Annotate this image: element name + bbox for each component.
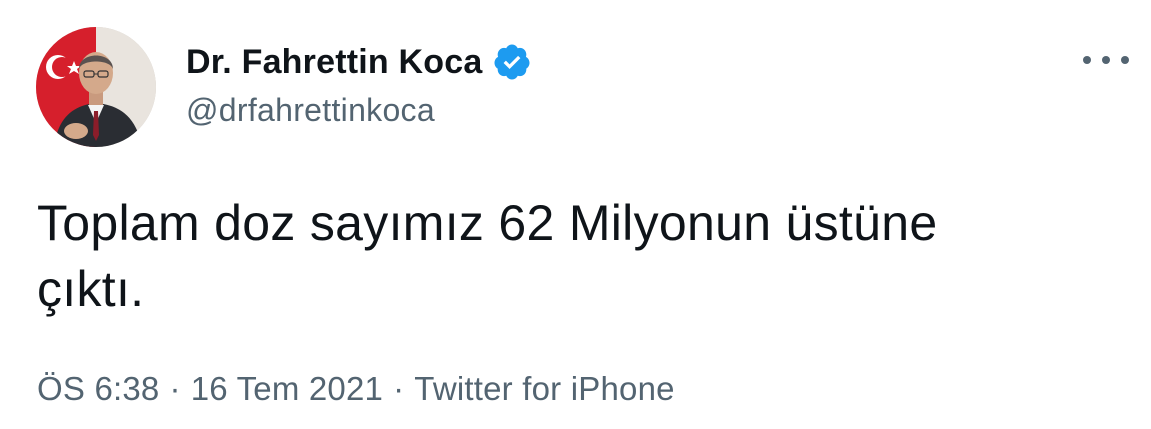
author-display-name[interactable]: Dr. Fahrettin Koca bbox=[186, 43, 482, 82]
meta-separator: · bbox=[169, 370, 181, 407]
verified-badge-icon bbox=[492, 42, 532, 82]
author-name-row: Dr. Fahrettin Koca bbox=[186, 40, 532, 84]
tweet-text: Toplam doz sayımız 62 Milyonun üstüne çı… bbox=[37, 195, 938, 317]
avatar[interactable] bbox=[36, 27, 156, 147]
avatar-image bbox=[36, 27, 156, 147]
more-dot bbox=[1102, 56, 1110, 64]
author-handle[interactable]: @drfahrettinkoca bbox=[186, 92, 435, 129]
tweet-time[interactable]: ÖS 6:38 bbox=[37, 370, 159, 408]
tweet-source[interactable]: Twitter for iPhone bbox=[414, 370, 674, 408]
tweet-card: Dr. Fahrettin Koca @drfahrettinkoca Topl… bbox=[0, 0, 1151, 429]
meta-separator: · bbox=[393, 370, 405, 407]
more-dot bbox=[1083, 56, 1091, 64]
tweet-date[interactable]: 16 Tem 2021 bbox=[191, 370, 383, 408]
tweet-meta: ÖS 6:38 · 16 Tem 2021 · Twitter for iPho… bbox=[37, 370, 675, 408]
more-dot bbox=[1121, 56, 1129, 64]
more-horizontal-icon[interactable] bbox=[1083, 44, 1129, 76]
